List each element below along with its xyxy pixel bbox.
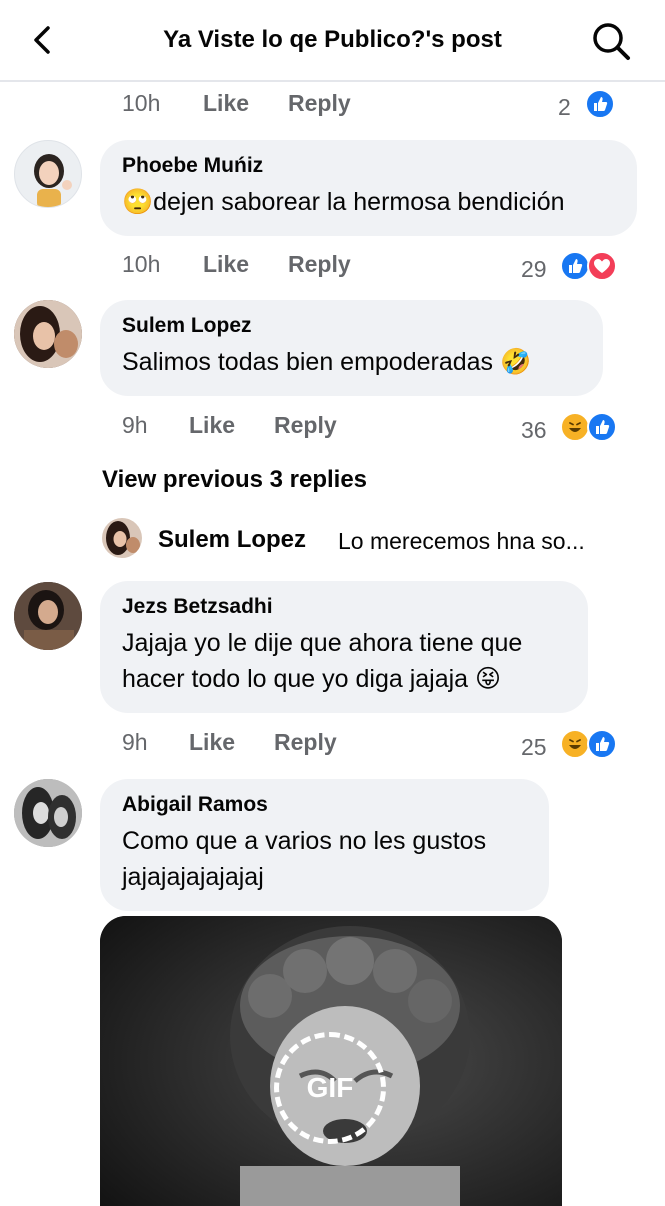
love-reaction-icon <box>587 251 617 281</box>
comment-bubble[interactable]: Jezs Betzsadhi Jajaja yo le dije que aho… <box>100 581 588 713</box>
top-bar: Ya Viste lo qe Publico?'s post <box>0 0 665 82</box>
reply-button[interactable]: Reply <box>274 729 337 756</box>
gif-attachment[interactable]: GIF <box>100 916 562 1206</box>
comment-bubble[interactable]: Phoebe Muńiz 🙄dejen saborear la hermosa … <box>100 140 637 236</box>
reaction-count[interactable]: 36 <box>521 417 547 444</box>
comment-bubble[interactable]: Sulem Lopez Salimos todas bien empoderad… <box>100 300 603 396</box>
comment-meta: 9h Like Reply <box>122 412 422 442</box>
avatar[interactable] <box>14 140 82 208</box>
reply-preview-text: Lo merecemos hna so... <box>338 528 585 554</box>
reply-preview[interactable]: Sulem Lopez Lo merecemos hna so... <box>102 518 662 560</box>
reply-button[interactable]: Reply <box>288 90 351 117</box>
reply-author-name[interactable]: Sulem Lopez <box>158 526 306 554</box>
comment-text: 🙄dejen saborear la hermosa bendición <box>122 188 565 216</box>
comment-time: 9h <box>122 412 148 438</box>
avatar[interactable] <box>14 300 82 368</box>
comment-time: 10h <box>122 90 161 116</box>
comment-text-line: Jajaja yo le dije que ahora tiene que <box>122 629 523 657</box>
commenter-name[interactable]: Phoebe Muńiz <box>122 154 615 178</box>
comment-time: 9h <box>122 729 148 755</box>
commenter-name[interactable]: Abigail Ramos <box>122 793 527 817</box>
like-button[interactable]: Like <box>189 412 235 439</box>
reaction-count[interactable]: 2 <box>558 94 571 121</box>
comment-bubble[interactable]: Abigail Ramos Como que a varios no les g… <box>100 779 549 911</box>
reaction-count[interactable]: 25 <box>521 734 547 761</box>
like-reaction-icon <box>585 89 615 119</box>
reply-button[interactable]: Reply <box>274 412 337 439</box>
reaction-count[interactable]: 29 <box>521 256 547 283</box>
page-title: Ya Viste lo qe Publico?'s post <box>163 26 502 53</box>
comment-text-line: hacer todo lo que yo diga jajaja 😝 <box>122 665 502 693</box>
comment-text-line: Como que a varios no les gustos <box>122 827 487 855</box>
gif-label: GIF <box>306 1072 354 1103</box>
commenter-name[interactable]: Sulem Lopez <box>122 314 581 338</box>
like-reaction-icon <box>587 729 617 759</box>
avatar[interactable] <box>14 582 82 650</box>
reply-button[interactable]: Reply <box>288 251 351 278</box>
comment-text-line: jajajajajajajaj <box>122 863 264 891</box>
like-reaction-icon <box>587 412 617 442</box>
avatar[interactable] <box>14 779 82 847</box>
gif-badge[interactable]: GIF <box>274 1032 386 1144</box>
like-button[interactable]: Like <box>189 729 235 756</box>
comment-meta: 10h Like Reply <box>122 90 422 120</box>
commenter-name[interactable]: Jezs Betzsadhi <box>122 595 566 619</box>
comment-meta: 10h Like Reply <box>122 251 422 281</box>
haha-reaction-icon <box>560 729 590 759</box>
comment-meta: 9h Like Reply <box>122 729 422 759</box>
search-icon[interactable] <box>590 20 632 62</box>
like-reaction-icon <box>560 251 590 281</box>
like-button[interactable]: Like <box>203 90 249 117</box>
comment-text: Salimos todas bien empoderadas 🤣 <box>122 348 532 376</box>
view-previous-replies-link[interactable]: View previous 3 replies <box>102 466 367 494</box>
like-button[interactable]: Like <box>203 251 249 278</box>
avatar[interactable] <box>102 518 142 558</box>
haha-reaction-icon <box>560 412 590 442</box>
comment-time: 10h <box>122 251 161 277</box>
